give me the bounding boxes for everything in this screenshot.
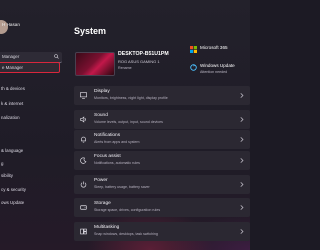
chevron-right-icon [240, 158, 244, 163]
sidebar-item-label: nalization [1, 115, 20, 120]
chevron-right-icon [240, 229, 244, 234]
display-icon [80, 92, 87, 99]
sidebar-item-personalization[interactable]: nalization [0, 112, 60, 123]
card-title: Sound [94, 113, 108, 118]
card-title: Storage [94, 201, 111, 206]
quick-link-windows-update[interactable]: Windows Update Attention needed [190, 63, 250, 77]
rename-link[interactable]: Rename [118, 66, 132, 70]
quick-link-title: Microsoft 365 [200, 45, 228, 50]
card-title: Notifications [94, 133, 121, 138]
chevron-right-icon [240, 137, 244, 142]
settings-card-multitasking[interactable]: Multitasking Snap windows, desktops, tas… [74, 222, 250, 241]
sidebar: H Hasan Manager e Manager th & devices k… [0, 0, 66, 250]
sidebar-item-label: e Manager [2, 65, 23, 70]
settings-card-display[interactable]: Display Monitors, brightness, night ligh… [74, 86, 250, 105]
sidebar-item-label: ows Update [1, 200, 25, 205]
card-subtitle: Sleep, battery usage, battery saver [94, 185, 150, 189]
card-title: Multitasking [94, 225, 120, 230]
sidebar-item-label: th & devices [1, 86, 25, 91]
page-title: System [74, 26, 107, 36]
chevron-right-icon [240, 205, 244, 210]
sidebar-item-windows-update[interactable]: ows Update [0, 197, 60, 208]
card-subtitle: Alerts from apps and system [94, 140, 140, 144]
card-title: Focus assist [94, 154, 121, 159]
user-name: H Hasan [2, 22, 20, 27]
storage-icon [80, 205, 87, 210]
focus-assist-icon [80, 157, 87, 164]
device-wallpaper-thumbnail [75, 52, 115, 76]
chevron-right-icon [240, 93, 244, 98]
sidebar-item-gaming[interactable]: g [0, 158, 60, 169]
power-icon [80, 181, 87, 188]
search-value: Manager [2, 54, 20, 59]
card-subtitle: Notifications, automatic rules [94, 161, 140, 165]
card-subtitle: Storage space, drives, configuration rul… [94, 208, 161, 212]
microsoft365-icon [190, 46, 197, 53]
windows-update-icon [190, 64, 197, 71]
sound-icon [80, 116, 86, 123]
search-icon[interactable] [54, 54, 59, 59]
user-account[interactable]: H Hasan [0, 20, 66, 36]
sidebar-item-label: g [1, 161, 4, 166]
sidebar-item-label: k & internet [1, 101, 24, 106]
card-subtitle: Snap windows, desktops, task switching [94, 232, 158, 236]
settings-card-storage[interactable]: Storage Storage space, drives, configura… [74, 198, 250, 217]
quick-link-title: Windows Update [200, 63, 235, 68]
quick-link-microsoft365[interactable]: Microsoft 365 [190, 45, 250, 59]
settings-card-focus-assist[interactable]: Focus assist Notifications, automatic ru… [74, 151, 250, 170]
sidebar-item-label: sibility [1, 173, 13, 178]
settings-card-notifications[interactable]: Notifications Alerts from apps and syste… [74, 130, 250, 149]
sidebar-item-apps[interactable] [0, 126, 60, 137]
sidebar-item-label: & language [1, 148, 24, 153]
sidebar-item-accessibility[interactable]: sibility [0, 170, 60, 181]
sidebar-item-time-language[interactable]: & language [0, 145, 60, 156]
card-subtitle: Volume levels, output, input, sound devi… [94, 120, 163, 124]
multitasking-icon [80, 228, 87, 235]
main-content: System DESKTOP-B51U1PM ROG ASUS GAMING 1… [70, 0, 250, 250]
sidebar-item-network-internet[interactable]: k & internet [0, 98, 60, 109]
device-model: ROG ASUS GAMING 1 [118, 59, 160, 64]
card-title: Power [94, 178, 108, 183]
card-title: Display [94, 89, 110, 94]
sidebar-item-label: cy & security [1, 187, 26, 192]
device-name: DESKTOP-B51U1PM [118, 51, 169, 57]
settings-card-sound[interactable]: Sound Volume levels, output, input, soun… [74, 110, 250, 129]
quick-link-sub: Attention needed [200, 70, 228, 74]
sidebar-item-privacy-security[interactable]: cy & security [0, 184, 60, 195]
card-subtitle: Monitors, brightness, night light, displ… [94, 96, 168, 100]
chevron-right-icon [240, 117, 244, 122]
chevron-right-icon [240, 182, 244, 187]
settings-card-power[interactable]: Power Sleep, battery usage, battery save… [74, 175, 250, 194]
sidebar-item-device-manager[interactable]: e Manager [0, 62, 60, 73]
sidebar-item-bluetooth-devices[interactable]: th & devices [0, 83, 60, 94]
notifications-icon [81, 136, 86, 143]
